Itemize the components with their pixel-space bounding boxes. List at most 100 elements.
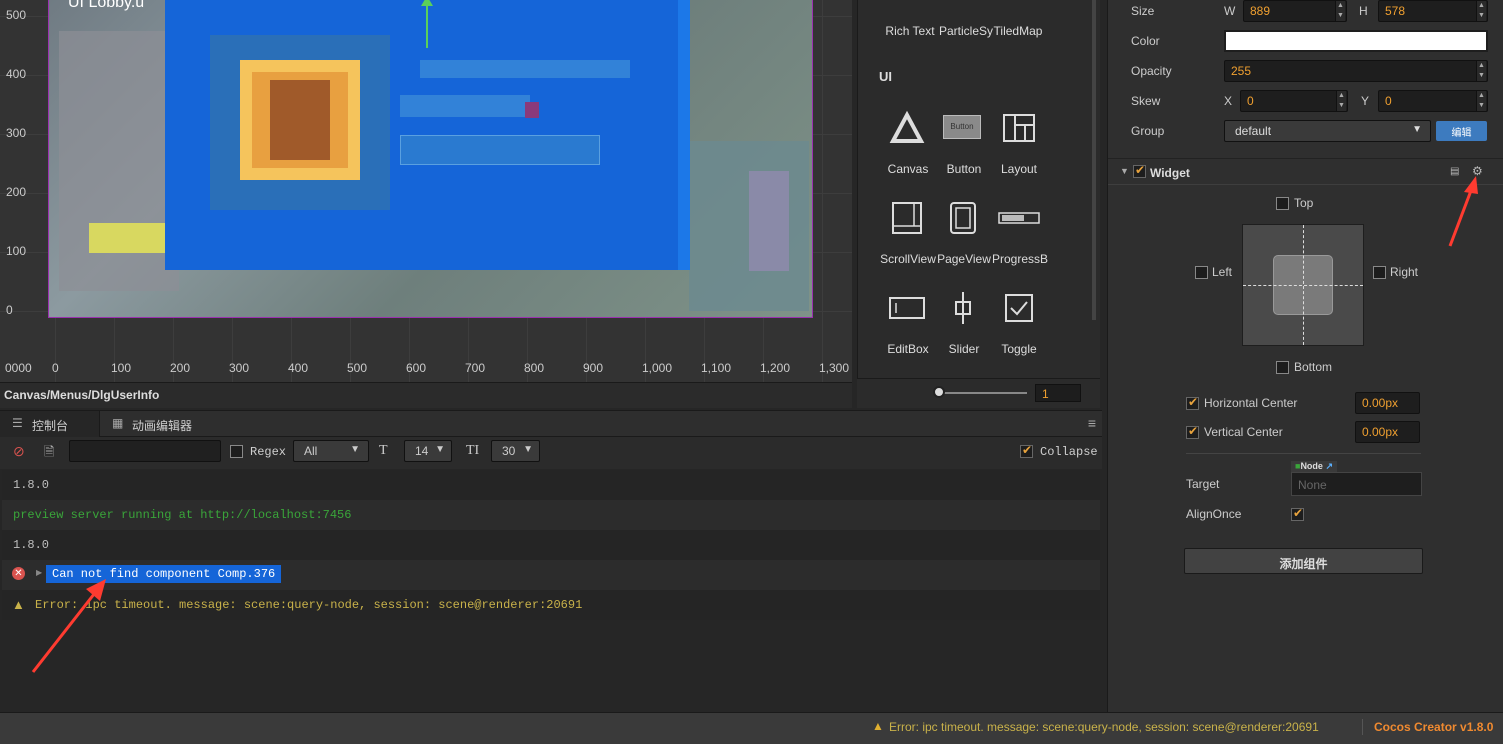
line-height-icon: TI bbox=[466, 443, 480, 458]
stepper-icon[interactable]: ▲ ▼ bbox=[1476, 61, 1486, 81]
size-h-input[interactable]: 578 ▲ ▼ bbox=[1378, 0, 1488, 22]
vcenter-checkbox[interactable] bbox=[1186, 424, 1199, 439]
align-top-label: Top bbox=[1294, 196, 1314, 210]
log-line[interactable]: 1.8.0 bbox=[2, 470, 1100, 500]
align-right-checkbox[interactable] bbox=[1373, 266, 1386, 279]
editbox-icon[interactable] bbox=[888, 290, 926, 326]
target-label: Target bbox=[1186, 477, 1220, 491]
lib-item-scrollview[interactable]: ScrollView bbox=[876, 252, 940, 266]
log-line[interactable]: preview server running at http://localho… bbox=[2, 500, 1100, 530]
align-bottom-checkbox[interactable] bbox=[1276, 361, 1289, 374]
lib-item-tiledmap[interactable]: TiledMap bbox=[988, 24, 1048, 38]
lib-item-richtext[interactable]: Rich Text bbox=[880, 24, 940, 38]
inspector-panel: Size W 889 ▲ ▼ H 578 ▲ ▼ Color Opacity 255 ▲ ▼… bbox=[1107, 0, 1503, 712]
y-tick-label: 300 bbox=[6, 126, 27, 140]
lib-item-slider[interactable]: Slider bbox=[934, 342, 994, 356]
button-icon[interactable]: Button bbox=[943, 115, 981, 139]
collapse-checkbox[interactable] bbox=[1020, 443, 1033, 458]
scrollview-icon[interactable] bbox=[889, 200, 925, 236]
color-picker[interactable] bbox=[1224, 30, 1488, 52]
opacity-label: Opacity bbox=[1131, 64, 1172, 78]
align-top-checkbox[interactable] bbox=[1276, 197, 1289, 210]
lib-item-button[interactable]: Button bbox=[934, 162, 994, 176]
tab-animation-editor[interactable]: ▦ 动画编辑器 bbox=[100, 411, 204, 437]
warning-line[interactable]: ▲ Error: ipc timeout. message: scene:que… bbox=[2, 590, 1100, 620]
size-w-input[interactable]: 889 ▲ ▼ bbox=[1243, 0, 1347, 22]
expand-caret-icon[interactable]: ▶ bbox=[36, 568, 42, 578]
canvas-triangle-icon[interactable] bbox=[889, 110, 925, 146]
collapse-label: Collapse bbox=[1040, 445, 1098, 459]
widget-enabled-checkbox[interactable] bbox=[1133, 163, 1146, 178]
lib-item-pageview[interactable]: PageView bbox=[934, 252, 994, 266]
zoom-slider-handle[interactable] bbox=[933, 386, 945, 398]
clear-console-icon[interactable]: ⊘ bbox=[13, 443, 25, 460]
console-panel: ☰ 控制台 ▦ 动画编辑器 ≡ ⊘ 🗎 Regex All ▼ T 14 ▼ TI … bbox=[0, 410, 1102, 712]
align-right-label: Right bbox=[1390, 265, 1419, 279]
console-filter-input[interactable] bbox=[69, 440, 221, 462]
hcenter-checkbox[interactable] bbox=[1186, 395, 1199, 410]
gizmo-arrow-icon[interactable] bbox=[421, 0, 433, 6]
hcenter-input[interactable]: 0.00px bbox=[1355, 392, 1420, 414]
lib-item-layout[interactable]: Layout bbox=[989, 162, 1049, 176]
pageview-icon[interactable] bbox=[945, 200, 981, 236]
alignonce-checkbox[interactable] bbox=[1291, 506, 1304, 521]
status-bar: ▲ Error: ipc timeout. message: scene:que… bbox=[0, 712, 1503, 744]
regex-checkbox[interactable] bbox=[230, 445, 243, 458]
lib-item-toggle[interactable]: Toggle bbox=[989, 342, 1049, 356]
target-node-field[interactable]: None bbox=[1291, 472, 1422, 496]
x-tick-label: 1,300 bbox=[819, 361, 850, 375]
x-tick-label: 100 bbox=[111, 361, 132, 375]
slider-icon[interactable] bbox=[945, 290, 981, 326]
x-tick-label: 1,100 bbox=[701, 361, 732, 375]
error-icon: ✕ bbox=[12, 567, 25, 580]
stepper-icon[interactable]: ▲ ▼ bbox=[1336, 91, 1346, 111]
skew-y-input[interactable]: 0 ▲ ▼ bbox=[1378, 90, 1488, 112]
font-size-value: 14 bbox=[415, 444, 429, 458]
warning-icon: ▲ bbox=[12, 597, 25, 612]
size-w-label: W bbox=[1224, 4, 1236, 18]
stepper-icon[interactable]: ▲ ▼ bbox=[1476, 1, 1486, 21]
toggle-icon[interactable] bbox=[1001, 290, 1037, 326]
font-size-select[interactable]: 14 ▼ bbox=[404, 440, 452, 462]
font-size-icon: T bbox=[379, 443, 388, 458]
lib-item-progressbar[interactable]: ProgressB bbox=[990, 252, 1050, 266]
tab-console[interactable]: ☰ 控制台 bbox=[0, 411, 100, 437]
stepper-icon[interactable]: ▲ ▼ bbox=[1476, 91, 1486, 111]
console-toolbar: ⊘ 🗎 Regex All ▼ T 14 ▼ TI 30 ▼ Collapse bbox=[0, 437, 1102, 469]
vcenter-input[interactable]: 0.00px bbox=[1355, 421, 1420, 443]
stepper-icon[interactable]: ▲ ▼ bbox=[1335, 1, 1345, 21]
y-tick-label: 500 bbox=[6, 8, 27, 22]
layout-icon[interactable] bbox=[1001, 110, 1037, 146]
align-left-checkbox[interactable] bbox=[1195, 266, 1208, 279]
library-scrollbar[interactable] bbox=[1092, 0, 1096, 320]
zoom-slider-track[interactable] bbox=[937, 392, 1027, 394]
annotation-arrow-icon bbox=[31, 579, 106, 673]
align-bottom-label: Bottom bbox=[1294, 360, 1333, 374]
line-height-select[interactable]: 30 ▼ bbox=[491, 440, 540, 462]
align-left-label: Left bbox=[1212, 265, 1233, 279]
opacity-input[interactable]: 255 ▲ ▼ bbox=[1224, 60, 1488, 82]
lib-item-canvas[interactable]: Canvas bbox=[878, 162, 938, 176]
x-tick-label: 900 bbox=[583, 361, 604, 375]
node-type-label: Node bbox=[1300, 461, 1323, 471]
zoom-input[interactable]: 1 bbox=[1035, 384, 1081, 402]
collapse-caret-icon[interactable]: ▼ bbox=[1120, 166, 1129, 176]
move-gizmo-y-axis[interactable] bbox=[426, 0, 428, 48]
lib-item-editbox[interactable]: EditBox bbox=[878, 342, 938, 356]
open-log-file-icon[interactable]: 🗎 bbox=[44, 443, 54, 465]
error-line[interactable]: ✕ ▶ Can not find component Comp.376 bbox=[2, 560, 1100, 590]
log-level-select[interactable]: All ▼ bbox=[293, 440, 369, 462]
skew-x-input[interactable]: 0 ▲ ▼ bbox=[1240, 90, 1348, 112]
panel-menu-icon[interactable]: ≡ bbox=[1088, 415, 1096, 431]
add-component-button[interactable]: 添加组件 bbox=[1184, 548, 1423, 574]
y-tick-label: 400 bbox=[6, 67, 27, 81]
x-tick-label: 1,200 bbox=[760, 361, 791, 375]
progressbar-icon[interactable] bbox=[998, 200, 1040, 236]
scene-view[interactable]: UI Lobby.u 500 400 300 200 100 0 0000 0 … bbox=[0, 0, 852, 382]
x-tick-label: 700 bbox=[465, 361, 486, 375]
group-select[interactable]: default ▼ bbox=[1224, 120, 1431, 142]
widget-library-panel: Rich Text ParticleSy TiledMap UI Button … bbox=[857, 0, 1100, 408]
status-message[interactable]: Error: ipc timeout. message: scene:query… bbox=[889, 720, 1319, 734]
log-line[interactable]: 1.8.0 bbox=[2, 530, 1100, 560]
group-edit-button[interactable]: 编辑 bbox=[1436, 121, 1487, 141]
